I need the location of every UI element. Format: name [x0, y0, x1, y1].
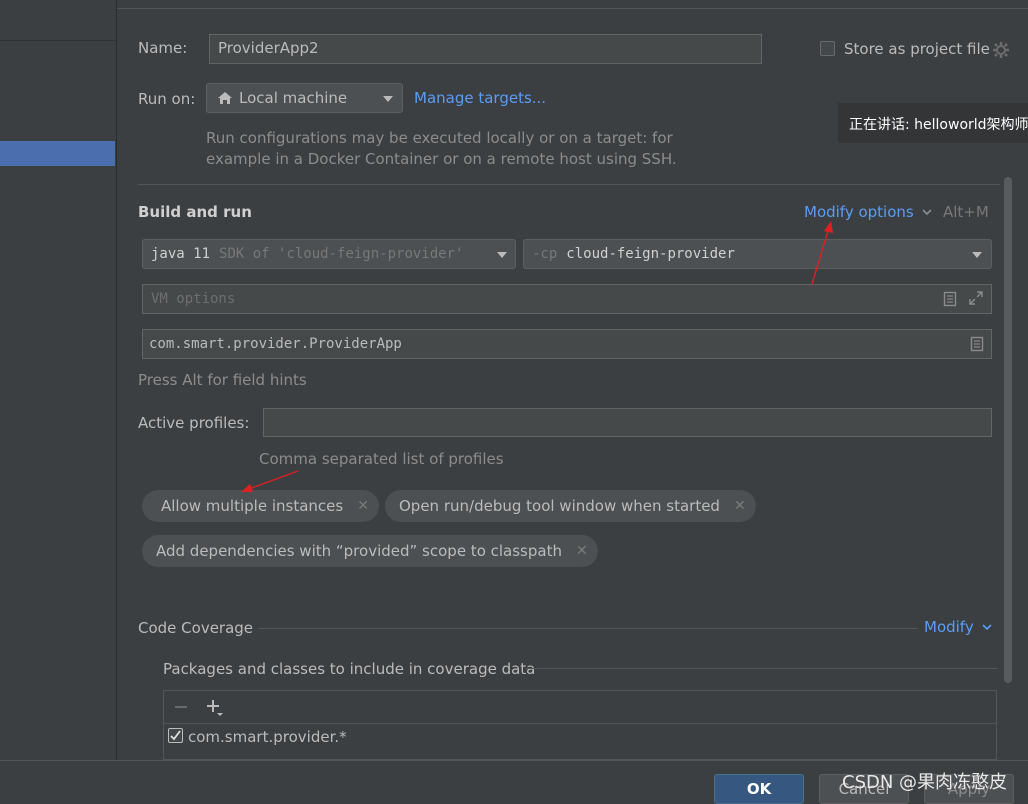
chevron-down-icon — [922, 209, 932, 216]
profiles-hint: Comma separated list of profiles — [259, 450, 504, 468]
jdk-hint: SDK of 'cloud-feign-provider' — [219, 246, 464, 262]
section-divider — [138, 184, 1000, 185]
jdk-version: java 11 — [151, 246, 211, 262]
modify-options-shortcut: Alt+M — [943, 203, 989, 221]
dropdown-arrow-icon — [497, 252, 507, 258]
name-input-value: ProviderApp2 — [218, 39, 319, 57]
packages-list: com.smart.provider.* — [163, 690, 997, 760]
watermark: CSDN @果肉冻憨皮 — [842, 772, 1008, 793]
document-icon[interactable] — [943, 291, 957, 307]
close-icon[interactable]: ✕ — [734, 498, 746, 514]
active-profiles-input[interactable] — [263, 408, 992, 437]
jdk-select[interactable]: java 11 SDK of 'cloud-feign-provider' — [142, 239, 516, 269]
close-icon[interactable]: ✕ — [576, 543, 588, 559]
dropdown-arrow-icon — [383, 96, 393, 102]
build-run-title: Build and run — [138, 203, 252, 221]
coverage-modify-link[interactable]: Modify — [924, 618, 974, 636]
vm-options-placeholder: VM options — [151, 291, 236, 307]
store-project-checkbox[interactable] — [820, 41, 835, 56]
name-label: Name: — [138, 39, 188, 57]
manage-targets-link[interactable]: Manage targets... — [414, 89, 546, 107]
classpath-value: cloud-feign-provider — [566, 246, 735, 262]
classpath-prefix: -cp — [532, 246, 558, 262]
minus-icon[interactable] — [174, 700, 188, 714]
plus-icon[interactable] — [206, 699, 224, 717]
speaking-text: 正在讲话: helloworld架构师 — [849, 117, 1028, 133]
packages-divider — [525, 668, 997, 669]
run-on-select[interactable]: Local machine — [206, 83, 403, 113]
home-icon — [218, 92, 232, 104]
annotation-arrowhead — [824, 221, 833, 233]
vertical-scrollbar[interactable] — [1004, 177, 1012, 683]
ok-button[interactable]: OK — [714, 774, 804, 804]
chip-open-tool-window[interactable]: Open run/debug tool window when started … — [385, 490, 756, 522]
store-project-label: Store as project file — [844, 40, 990, 58]
chip-label: Add dependencies with “provided” scope t… — [156, 542, 562, 560]
gear-icon[interactable] — [991, 40, 1011, 60]
run-info-line1: Run configurations may be executed local… — [206, 129, 673, 147]
main-class-value: com.smart.provider.ProviderApp — [149, 336, 402, 352]
dropdown-arrow-icon — [972, 252, 982, 258]
configuration-tree-panel — [0, 0, 117, 760]
run-on-label: Run on: — [138, 90, 196, 108]
package-item-label: com.smart.provider.* — [188, 728, 347, 746]
chip-label: Allow multiple instances — [161, 497, 344, 515]
ok-button-label: OK — [746, 780, 772, 798]
run-on-value: Local machine — [239, 89, 348, 107]
checkbox-icon[interactable] — [168, 728, 183, 743]
annotation-arrow-chip — [248, 470, 299, 490]
main-class-input[interactable]: com.smart.provider.ProviderApp — [142, 329, 992, 359]
expand-icon[interactable] — [968, 290, 984, 306]
run-info-line2: example in a Docker Container or on a re… — [206, 150, 677, 168]
vm-options-input[interactable]: VM options — [142, 284, 992, 314]
coverage-divider — [259, 628, 917, 629]
classpath-select[interactable]: -cp cloud-feign-provider — [523, 239, 992, 269]
field-hint-text: Press Alt for field hints — [138, 371, 307, 389]
speaking-overlay: 正在讲话: helloworld架构师 — [838, 103, 1028, 143]
chevron-down-icon — [982, 624, 992, 631]
tree-header-divider — [0, 40, 116, 41]
name-input[interactable]: ProviderApp2 — [209, 34, 762, 64]
code-coverage-title: Code Coverage — [138, 619, 254, 637]
chip-label: Open run/debug tool window when started — [399, 497, 720, 515]
close-icon[interactable]: ✕ — [357, 498, 369, 514]
packages-label: Packages and classes to include in cover… — [163, 660, 536, 678]
top-divider — [117, 0, 1028, 9]
chip-provided-scope[interactable]: Add dependencies with “provided” scope t… — [142, 535, 598, 567]
document-icon[interactable] — [970, 336, 984, 352]
packages-toolbar — [164, 691, 996, 724]
tree-selected-item[interactable] — [0, 141, 115, 166]
chip-allow-multiple-instances[interactable]: Allow multiple instances ✕ — [142, 490, 379, 522]
active-profiles-label: Active profiles: — [138, 414, 250, 432]
modify-options-link[interactable]: Modify options — [804, 203, 914, 221]
